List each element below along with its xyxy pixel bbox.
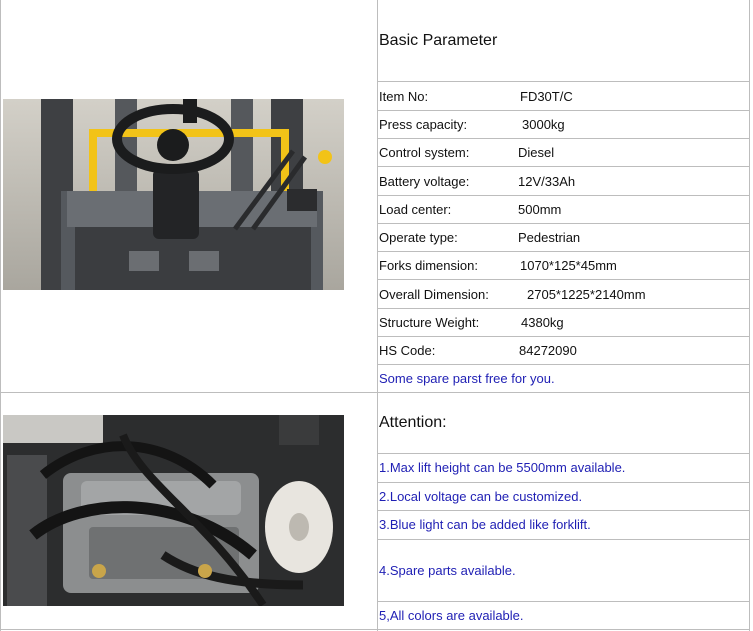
column-divider (377, 0, 378, 631)
overall-dimension-label: Overall Dimension: (379, 287, 489, 302)
control-system-value: Diesel (518, 145, 555, 160)
control-system-label: Control system: (379, 145, 470, 160)
row-line (378, 482, 750, 483)
spec-table: Basic Parameter Item No: FD30T/C Press c… (0, 0, 753, 631)
structure-weight-label: Structure Weight: (379, 315, 480, 330)
overall-dimension-value: 2705*1225*2140mm (527, 287, 646, 302)
row-line (378, 510, 750, 511)
spare-parts-note: Some spare parst free for you. (379, 371, 555, 386)
row-line (378, 110, 750, 111)
row-line (378, 195, 750, 196)
structure-weight-value: 4380kg (521, 315, 564, 330)
row-line (378, 364, 750, 365)
attention-item: 5,All colors are available. (379, 608, 524, 623)
row-line (378, 308, 750, 309)
section-divider (0, 392, 750, 393)
row-line (378, 539, 750, 540)
hs-code-label: HS Code: (379, 343, 436, 358)
row-line (378, 81, 750, 82)
attention-item: 2.Local voltage can be customized. (379, 489, 583, 504)
basic-parameter-heading: Basic Parameter (379, 32, 498, 49)
attention-item: 4.Spare parts available. (379, 563, 516, 578)
forks-dimension-label: Forks dimension: (379, 258, 478, 273)
table-border-right (749, 0, 750, 631)
row-line (378, 279, 750, 280)
row-line (378, 166, 750, 167)
battery-voltage-label: Battery voltage: (379, 174, 470, 189)
forklift-cab-illustration (3, 99, 344, 290)
row-line (378, 223, 750, 224)
hs-code-value: 84272090 (519, 343, 577, 358)
item-no-value: FD30T/C (520, 89, 573, 104)
row-line (378, 138, 750, 139)
load-center-value: 500mm (518, 202, 562, 217)
item-no-label: Item No: (379, 89, 429, 104)
engine-illustration (3, 415, 344, 606)
operate-type-label: Operate type: (379, 230, 458, 245)
press-capacity-value: 3000kg (522, 117, 565, 132)
engine-photo (3, 415, 344, 606)
row-line (378, 601, 750, 602)
attention-item: 3.Blue light can be added like forklift. (379, 517, 591, 532)
row-line (378, 251, 750, 252)
operate-type-value: Pedestrian (518, 230, 581, 245)
load-center-label: Load center: (379, 202, 452, 217)
table-border-bottom (0, 629, 750, 630)
attention-item: 1.Max lift height can be 5500mm availabl… (379, 460, 626, 475)
battery-voltage-value: 12V/33Ah (518, 174, 576, 189)
forks-dimension-value: 1070*125*45mm (520, 258, 617, 273)
table-border-left (0, 0, 1, 631)
row-line (378, 453, 750, 454)
forklift-cab-photo (3, 99, 344, 290)
attention-heading: Attention: (379, 414, 447, 431)
press-capacity-label: Press capacity: (379, 117, 468, 132)
row-line (378, 336, 750, 337)
